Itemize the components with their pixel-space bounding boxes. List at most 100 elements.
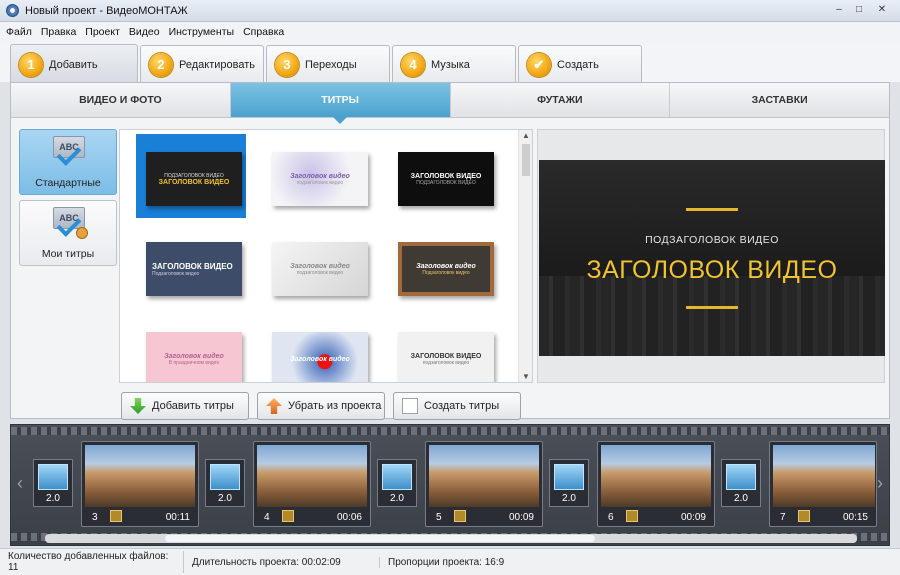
template-subtitle: ПОДЗАГОЛОВОК ВИДЕО: [416, 179, 476, 186]
film-perforation: [11, 427, 889, 435]
template-item[interactable]: Заголовок видео подзаголовок видео: [262, 224, 372, 308]
template-thumbnail: Заголовок видео Подзаголовок видео: [398, 242, 494, 296]
step-tab-create[interactable]: ✔ Создать: [518, 45, 642, 83]
clip-duration: 00:09: [508, 512, 534, 523]
template-item[interactable]: ЗАГОЛОВОК ВИДЕО Подзаголовок видео: [136, 224, 246, 308]
clip-item[interactable]: 6 00:09: [597, 441, 715, 527]
template-thumbnail: Заголовок видео подзаголовок видео: [272, 242, 368, 296]
tab-intros[interactable]: ЗАСТАВКИ: [670, 83, 889, 117]
maximize-button[interactable]: □: [850, 2, 868, 16]
template-item[interactable]: ЗАГОЛОВОК ВИДЕО подзаголовок видео: [388, 314, 498, 382]
clip-number: 7: [780, 512, 786, 523]
template-thumbnail: ЗАГОЛОВОК ВИДЕО подзаголовок видео: [398, 332, 494, 382]
category-my-titles[interactable]: ABC Мои титры: [19, 200, 117, 266]
arrow-up-icon: [266, 398, 282, 414]
edit-pencil-icon[interactable]: [798, 510, 810, 522]
template-title: Заголовок видео: [290, 262, 350, 270]
step-label: Создать: [557, 58, 599, 71]
clip-duration: 00:11: [165, 512, 190, 523]
category-standard[interactable]: ABC Стандартные: [19, 129, 117, 195]
template-subtitle: подзаголовок видео: [422, 359, 470, 366]
clip-duration: 00:06: [336, 512, 362, 523]
menu-project[interactable]: Проект: [85, 26, 120, 38]
add-titles-button[interactable]: Добавить титры: [121, 392, 249, 420]
transition-item[interactable]: 2.0: [377, 459, 417, 507]
step-number-icon: 2: [149, 52, 173, 77]
transition-item[interactable]: 2.0: [549, 459, 589, 507]
close-button[interactable]: ✕: [870, 2, 894, 16]
status-file-count: Количество добавленных файлов: 11: [0, 551, 184, 573]
scroll-up-icon[interactable]: ▲: [519, 131, 532, 140]
preview-subtitle: ПОДЗАГОЛОВОК ВИДЕО: [645, 234, 779, 246]
transition-item[interactable]: 2.0: [721, 459, 761, 507]
preview-title: ЗАГОЛОВОК ВИДЕО: [586, 256, 838, 284]
transition-duration: 2.0: [218, 493, 232, 504]
preview-panel: ПОДЗАГОЛОВОК ВИДЕО ЗАГОЛОВОК ВИДЕО: [537, 129, 885, 383]
content-panel: ВИДЕО И ФОТО ТИТРЫ ФУТАЖИ ЗАСТАВКИ ABC С…: [10, 82, 890, 420]
decor-line: [686, 208, 738, 211]
template-title: ЗАГОЛОВОК ВИДЕО: [410, 352, 482, 360]
transition-duration: 2.0: [734, 493, 748, 504]
step-tab-music[interactable]: 4 Музыка: [392, 45, 516, 83]
menu-file[interactable]: Файл: [6, 26, 32, 38]
scrollbar-thumb[interactable]: [522, 144, 530, 176]
template-scrollbar[interactable]: ▲ ▼: [518, 130, 532, 382]
transition-item[interactable]: 2.0: [33, 459, 73, 507]
menu-edit[interactable]: Правка: [41, 26, 76, 38]
scroll-down-icon[interactable]: ▼: [519, 372, 532, 381]
status-duration: Длительность проекта: 00:02:09: [184, 556, 380, 568]
menu-video[interactable]: Видео: [129, 26, 160, 38]
tab-video-photo[interactable]: ВИДЕО И ФОТО: [11, 83, 231, 117]
template-item[interactable]: Заголовок видео: [262, 314, 372, 382]
template-subtitle: подзаголовок видео: [296, 269, 344, 276]
transition-item[interactable]: 2.0: [205, 459, 245, 507]
template-item[interactable]: Заголовок видео подзаголовок видео: [262, 134, 372, 218]
clip-item[interactable]: 5 00:09: [425, 441, 543, 527]
minimize-button[interactable]: –: [830, 2, 848, 16]
scrollbar-thumb[interactable]: [165, 535, 595, 542]
template-title: ЗАГОЛОВОК ВИДЕО: [152, 261, 233, 271]
create-titles-button[interactable]: Создать титры: [393, 392, 521, 420]
edit-pencil-icon[interactable]: [454, 510, 466, 522]
template-subtitle: подзаголовок видео: [296, 179, 344, 186]
edit-pencil-icon[interactable]: [626, 510, 638, 522]
step-number-icon: 4: [401, 52, 425, 77]
clip-item[interactable]: 3 00:11: [81, 441, 199, 527]
template-subtitle: Подзаголовок видео: [422, 269, 470, 276]
template-subtitle: Подзаголовок видео: [152, 270, 200, 277]
edit-pencil-icon[interactable]: [110, 510, 122, 522]
step-tab-edit[interactable]: 2 Редактировать: [140, 45, 264, 83]
template-item[interactable]: ЗАГОЛОВОК ВИДЕО ПОДЗАГОЛОВОК ВИДЕО: [388, 134, 498, 218]
transition-icon: [210, 464, 240, 490]
menu-help[interactable]: Справка: [243, 26, 284, 38]
category-label: Стандартные: [35, 177, 101, 189]
step-number-icon: 3: [275, 52, 299, 77]
menu-bar: Файл Правка Проект Видео Инструменты Спр…: [0, 22, 900, 42]
transition-icon: [726, 464, 756, 490]
clip-item[interactable]: 4 00:06: [253, 441, 371, 527]
tab-footage[interactable]: ФУТАЖИ: [451, 83, 671, 117]
step-tab-add[interactable]: 1 Добавить: [10, 44, 138, 84]
storyboard-timeline: ‹ › 2.0 3 00:11 2.0 4 00:06 2.0 5 00:09 …: [10, 424, 890, 546]
timeline-scrollbar[interactable]: [45, 534, 857, 543]
template-thumbnail: ПОДЗАГОЛОВОК ВИДЕО ЗАГОЛОВОК ВИДЕО: [146, 152, 242, 206]
scroll-right-icon[interactable]: ›: [877, 473, 883, 494]
clip-thumbnail: [601, 445, 711, 507]
user-icon: [76, 227, 88, 239]
template-thumbnail: ЗАГОЛОВОК ВИДЕО ПОДЗАГОЛОВОК ВИДЕО: [398, 152, 494, 206]
status-bar: Количество добавленных файлов: 11 Длител…: [0, 548, 900, 575]
step-tab-transitions[interactable]: 3 Переходы: [266, 45, 390, 83]
template-item[interactable]: Заголовок видео Подзаголовок видео: [388, 224, 498, 308]
template-item[interactable]: ПОДЗАГОЛОВОК ВИДЕО ЗАГОЛОВОК ВИДЕО: [136, 134, 246, 218]
menu-tools[interactable]: Инструменты: [169, 26, 234, 38]
clip-number: 6: [608, 512, 614, 523]
edit-pencil-icon[interactable]: [282, 510, 294, 522]
clip-item[interactable]: 7 00:15: [769, 441, 877, 527]
tab-titles[interactable]: ТИТРЫ: [230, 83, 451, 124]
transition-duration: 2.0: [46, 493, 60, 504]
template-item[interactable]: Заголовок видео В праздничном видео: [136, 314, 246, 382]
remove-from-project-button[interactable]: Убрать из проекта: [257, 392, 385, 420]
template-title: ЗАГОЛОВОК ВИДЕО: [410, 172, 482, 180]
scroll-left-icon[interactable]: ‹: [17, 473, 23, 494]
template-title: Заголовок видео: [290, 172, 350, 180]
